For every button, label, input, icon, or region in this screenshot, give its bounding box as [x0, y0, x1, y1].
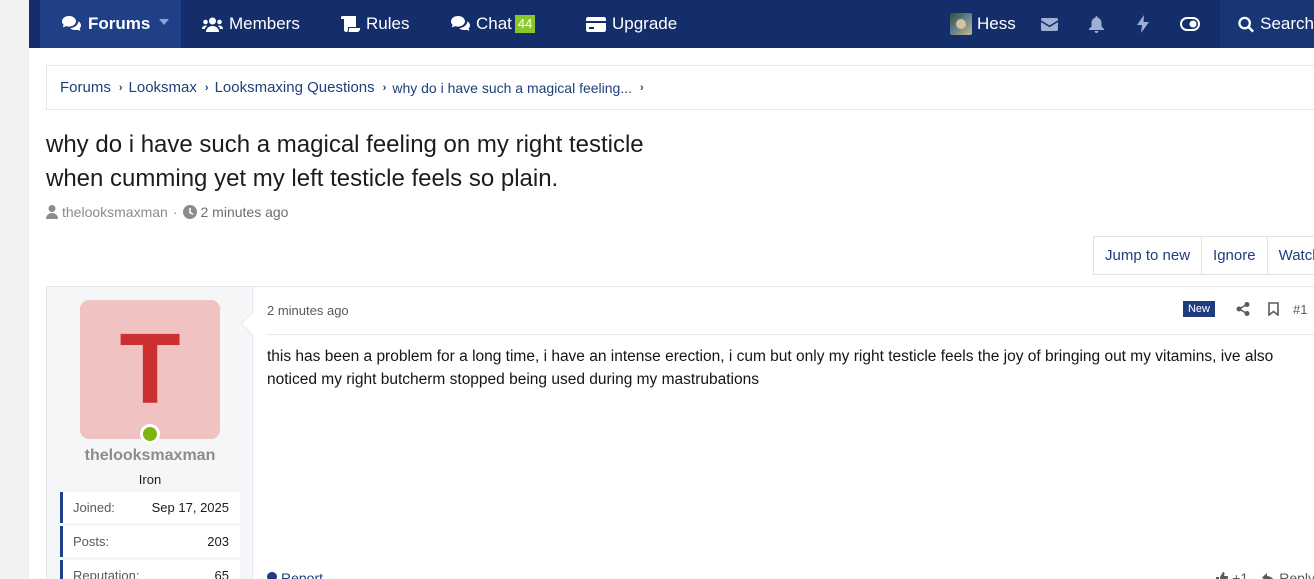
thread-author[interactable]: thelooksmaxman: [62, 204, 168, 220]
nav-username: Hess: [977, 14, 1016, 33]
post-footer: Report +1 Reply: [267, 568, 1314, 579]
bolt-icon: [1137, 15, 1149, 33]
flag-icon: [267, 572, 277, 579]
nav-chat[interactable]: Chat 44: [451, 0, 536, 48]
user-title: Iron: [138, 472, 162, 487]
chevron-right-icon: ›: [118, 81, 123, 94]
breadcrumb-label: Looksmax: [128, 79, 197, 96]
thread-title-line-2: when cumming yet my left testicle feels …: [46, 165, 559, 192]
page: Forums Members Rules Chat 44 Upgrade Hes…: [29, 0, 1314, 579]
breadcrumb-label: Looksmaxing Questions: [214, 79, 375, 96]
search-label: Search: [1260, 14, 1314, 33]
nav-forums-label: Forums: [88, 14, 151, 33]
thumbs-up-icon[interactable]: [1216, 572, 1229, 579]
share-button[interactable]: [1228, 299, 1258, 319]
user-icon: [46, 205, 58, 219]
credit-card-icon: [586, 16, 606, 32]
post-username[interactable]: thelooksmaxman: [47, 447, 253, 465]
thread-meta: thelooksmaxman · 2 minutes ago: [46, 204, 288, 220]
breadcrumb-item-forums[interactable]: Forums ›: [60, 79, 129, 96]
share-icon: [1236, 302, 1250, 316]
stat-key: Reputation:: [73, 568, 140, 579]
user-avatar: [950, 13, 972, 35]
stat-value: 65: [214, 568, 229, 579]
nav-whats-new[interactable]: [1131, 0, 1155, 48]
bookmark-button[interactable]: [1258, 299, 1288, 319]
thread-title: why do i have such a magical feeling on …: [46, 128, 686, 196]
nav-upgrade[interactable]: Upgrade: [586, 0, 677, 48]
thread-time[interactable]: 2 minutes ago: [201, 204, 289, 220]
breadcrumb-item-current-thread[interactable]: why do i have such a magical feeling... ›: [392, 80, 649, 96]
post-main: 2 minutes ago New #1 this has been a pro…: [254, 287, 1314, 579]
report-label: Report: [281, 570, 324, 579]
watch-button[interactable]: Watch: [1268, 237, 1314, 274]
nav-chat-label: Chat: [476, 14, 512, 33]
clock-icon: [182, 205, 197, 219]
post-avatar[interactable]: T: [80, 300, 220, 439]
scroll-icon: [341, 16, 360, 32]
stat-key: Joined:: [73, 500, 115, 515]
post-body: this has been a problem for a long time,…: [267, 348, 1274, 388]
breadcrumb-label: Forums: [60, 79, 111, 96]
avatar-letter: T: [119, 313, 181, 425]
thread-actions: Jump to new Ignore Watch: [1093, 236, 1314, 275]
post-user-panel: T thelooksmaxman Iron Joined: Sep 17, 20…: [47, 287, 253, 579]
meta-separator: ·: [172, 204, 178, 220]
top-navbar: Forums Members Rules Chat 44 Upgrade Hes…: [29, 0, 1314, 48]
toggle-icon: [1180, 17, 1200, 31]
stat-key: Posts:: [73, 534, 110, 549]
ignore-button[interactable]: Ignore: [1202, 237, 1268, 274]
chevron-right-icon: ›: [204, 81, 209, 94]
bell-icon: [1088, 15, 1104, 33]
bookmark-icon: [1267, 302, 1279, 316]
users-icon: [202, 17, 223, 32]
breadcrumb-item-looksmaxing-questions[interactable]: Looksmaxing Questions ›: [215, 79, 393, 96]
report-button[interactable]: Report: [267, 570, 323, 579]
nav-upgrade-label: Upgrade: [612, 14, 678, 33]
stat-joined: Joined: Sep 17, 2025: [60, 492, 240, 523]
chat-icon: [451, 16, 470, 31]
chevron-right-icon: ›: [382, 81, 387, 94]
breadcrumb-item-looksmax[interactable]: Looksmax ›: [129, 79, 215, 96]
stat-reputation: Reputation: 65: [60, 560, 240, 579]
post-number[interactable]: #1: [1293, 302, 1314, 317]
nav-members-label: Members: [229, 14, 300, 33]
chat-count-badge: 44: [514, 15, 536, 33]
nav-rules[interactable]: Rules: [341, 0, 409, 48]
reply-button[interactable]: Reply: [1279, 570, 1314, 579]
comments-icon: [62, 16, 81, 31]
stat-value[interactable]: 203: [207, 534, 229, 549]
nav-members[interactable]: Members: [202, 0, 300, 48]
nav-forums[interactable]: Forums: [40, 0, 181, 48]
envelope-icon: [1040, 17, 1058, 31]
divider: [267, 334, 1314, 335]
nav-toggle[interactable]: [1178, 0, 1202, 48]
nav-rules-label: Rules: [366, 14, 410, 33]
post: T thelooksmaxman Iron Joined: Sep 17, 20…: [46, 286, 1314, 579]
breadcrumb-label: why do i have such a magical feeling...: [392, 79, 633, 96]
jump-to-new-button[interactable]: Jump to new: [1094, 237, 1203, 274]
stat-value: Sep 17, 2025: [151, 500, 229, 515]
chevron-right-icon: ›: [640, 81, 644, 94]
breadcrumb: Forums › Looksmax › Looksmaxing Questions ›…: [46, 65, 1314, 110]
chevron-down-icon[interactable]: [159, 19, 169, 25]
reply-icon: [1262, 572, 1274, 579]
post-tools: New #1: [1182, 299, 1314, 319]
nav-inbox[interactable]: [1037, 0, 1061, 48]
thread-title-line-1: why do i have such a magical feeling on …: [46, 131, 644, 158]
post-footer-actions: +1 Reply: [1216, 570, 1314, 579]
post-time[interactable]: 2 minutes ago: [267, 303, 349, 318]
stat-posts: Posts: 203: [60, 526, 240, 557]
search-icon: [1238, 16, 1255, 32]
online-status-indicator: [140, 424, 160, 444]
nav-alerts[interactable]: [1084, 0, 1108, 48]
like-count[interactable]: +1: [1232, 570, 1248, 579]
new-badge: New: [1182, 301, 1215, 317]
nav-user-account[interactable]: Hess: [950, 0, 1016, 48]
search-button[interactable]: Search: [1220, 0, 1314, 48]
